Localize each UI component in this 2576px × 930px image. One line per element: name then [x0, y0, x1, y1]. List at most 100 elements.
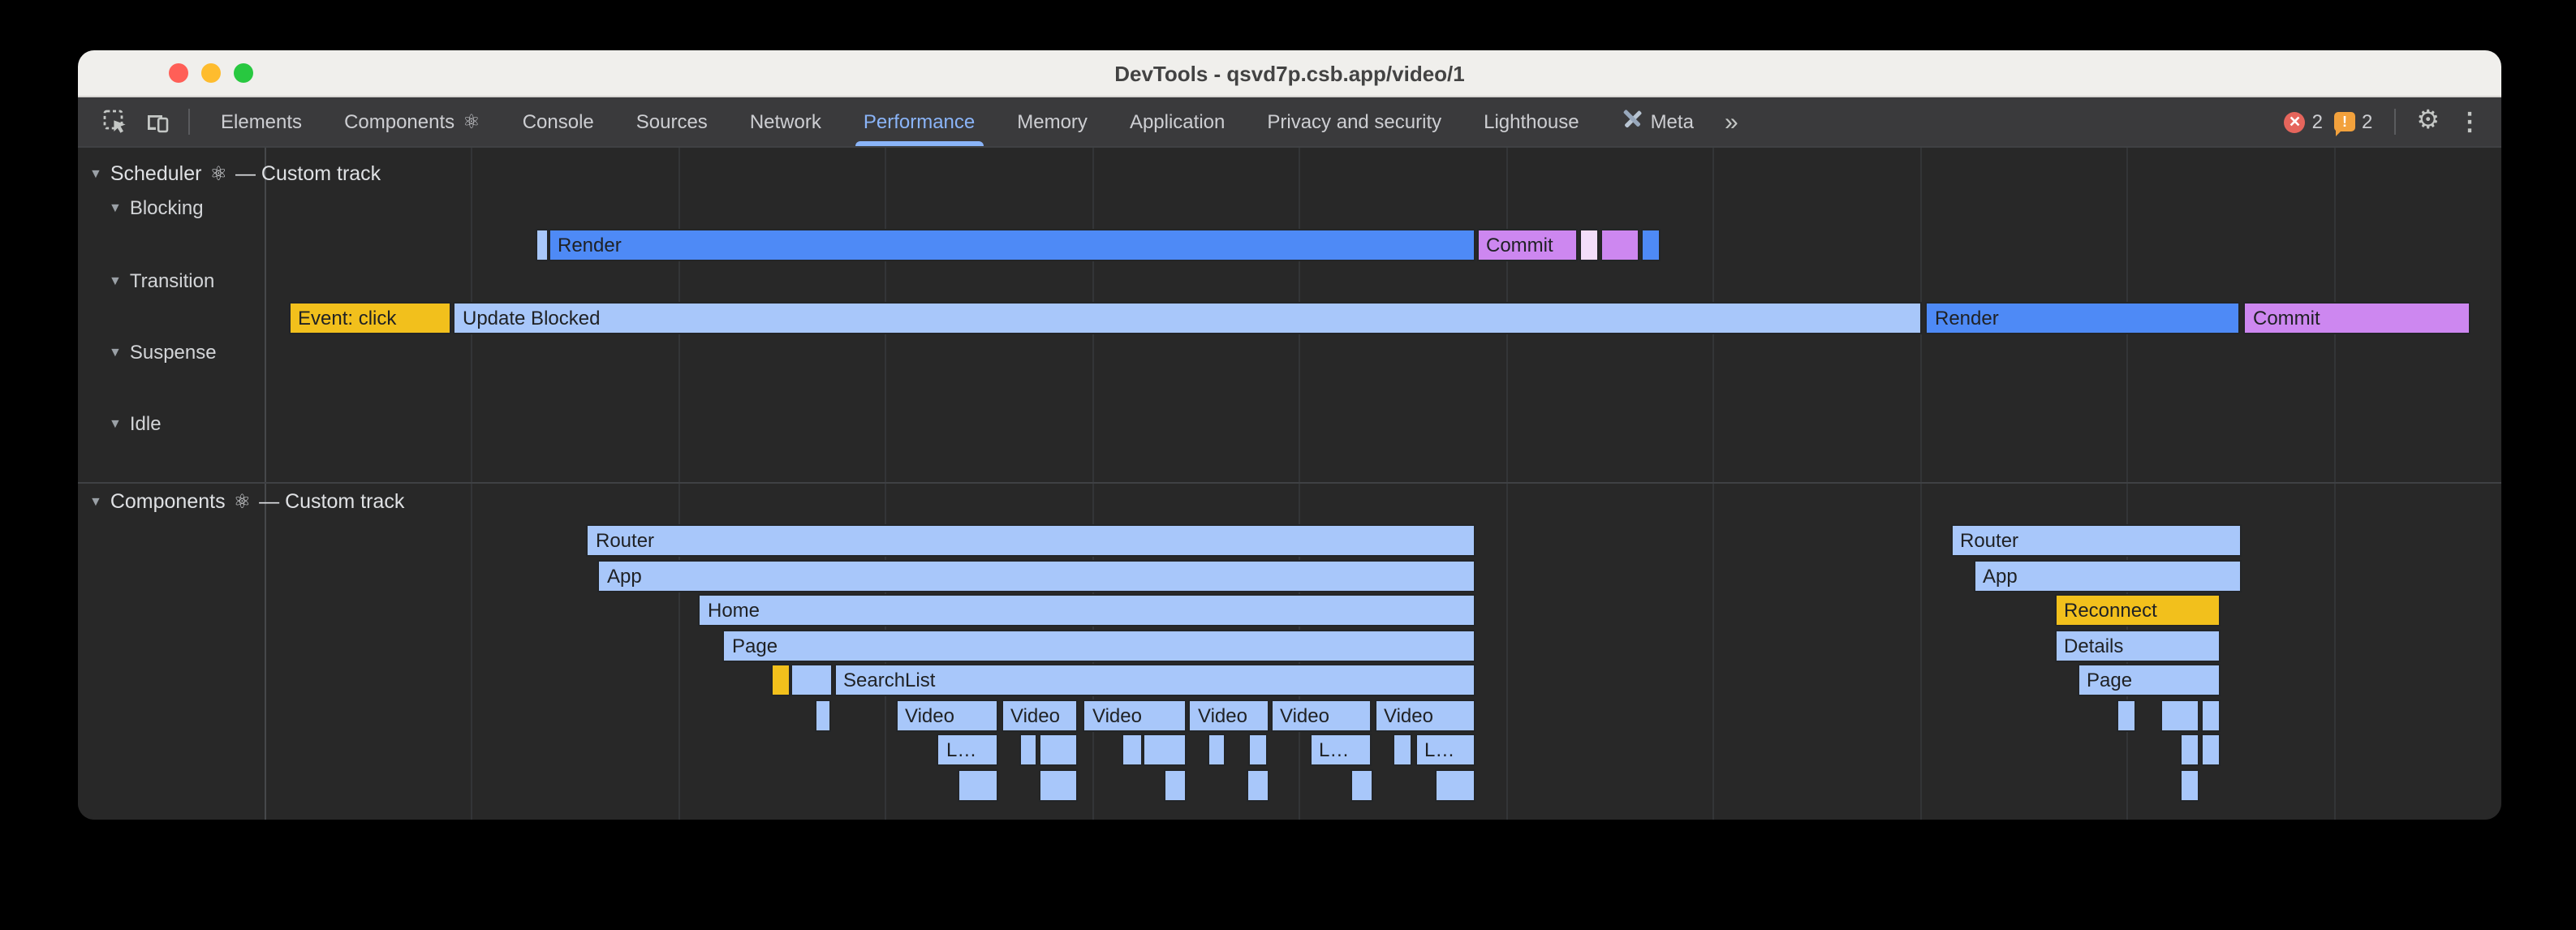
- scheduler-track-header[interactable]: ▼ Scheduler ⚛ — Custom track: [89, 162, 381, 185]
- collapse-triangle-icon[interactable]: ▼: [109, 200, 122, 214]
- scheduler-transition-bar-event-click[interactable]: Event: click: [288, 302, 450, 334]
- tab-components[interactable]: Components⚛: [323, 97, 502, 146]
- tab-privacy-and-security[interactable]: Privacy and security: [1246, 97, 1462, 146]
- settings-gear-icon[interactable]: ⚙: [2416, 109, 2440, 135]
- component-bar[interactable]: [1248, 734, 1268, 766]
- collapse-triangle-icon[interactable]: ▼: [109, 344, 122, 359]
- gridline: [2333, 148, 2335, 820]
- component-bar[interactable]: [1207, 734, 1226, 766]
- component-bar[interactable]: [1434, 769, 1475, 801]
- tab-meta[interactable]: Meta: [1600, 97, 1715, 146]
- component-bar[interactable]: [2200, 699, 2220, 731]
- scheduler-blocking-bar[interactable]: [1641, 229, 1660, 261]
- component-bar[interactable]: [1143, 734, 1186, 766]
- tab-memory[interactable]: Memory: [996, 97, 1109, 146]
- component-bar[interactable]: [1039, 734, 1078, 766]
- subtrack-label: Transition: [130, 269, 215, 292]
- component-bar[interactable]: [1393, 734, 1412, 766]
- scheduler-blocking-bar-render[interactable]: Render: [548, 229, 1475, 261]
- tab-performance[interactable]: Performance: [842, 97, 996, 146]
- tab-label: Sources: [636, 110, 708, 133]
- scheduler-transition-bar-commit[interactable]: Commit: [2243, 302, 2470, 334]
- component-bar-router[interactable]: Router: [586, 524, 1475, 557]
- kebab-menu-icon[interactable]: ⋮: [2451, 110, 2488, 134]
- tab-elements[interactable]: Elements: [200, 97, 323, 146]
- component-bar[interactable]: [1019, 734, 1036, 766]
- component-bar-video[interactable]: Video: [1374, 699, 1475, 731]
- subtrack-blocking[interactable]: ▼ Blocking: [109, 196, 204, 219]
- warning-badge[interactable]: ! 2: [2334, 110, 2372, 133]
- component-bar-app[interactable]: App: [1973, 559, 2242, 592]
- components-track-header[interactable]: ▼ Components ⚛ — Custom track: [89, 490, 404, 513]
- subtrack-idle[interactable]: ▼Idle: [109, 412, 162, 435]
- component-bar[interactable]: [790, 664, 832, 696]
- scheduler-blocking-bar[interactable]: [1600, 229, 1639, 261]
- component-bar-l-[interactable]: L…: [1309, 734, 1371, 766]
- tab-label: Network: [750, 110, 821, 133]
- collapse-triangle-icon[interactable]: ▼: [89, 493, 102, 508]
- subtrack-suspense[interactable]: ▼Suspense: [109, 341, 217, 364]
- minimize-window-button[interactable]: [201, 63, 221, 83]
- component-bar[interactable]: [814, 699, 831, 731]
- component-bar[interactable]: [2160, 699, 2199, 731]
- component-bar-video[interactable]: Video: [1270, 699, 1371, 731]
- component-bar[interactable]: [957, 769, 998, 801]
- component-bar[interactable]: [1246, 769, 1269, 801]
- tab-label: Performance: [864, 110, 975, 133]
- component-bar-l-[interactable]: L…: [937, 734, 998, 766]
- component-bar-app[interactable]: App: [597, 559, 1475, 592]
- tab-label: Privacy and security: [1267, 110, 1441, 133]
- scheduler-blocking-bar[interactable]: [1579, 229, 1599, 261]
- scheduler-blocking-bar[interactable]: [536, 229, 548, 261]
- error-badge[interactable]: ✕ 2: [2285, 110, 2323, 133]
- gridline: [471, 148, 472, 820]
- component-bar-video[interactable]: Video: [1001, 699, 1078, 731]
- component-bar-page[interactable]: Page: [722, 629, 1475, 661]
- scheduler-blocking-bar-commit[interactable]: Commit: [1476, 229, 1577, 261]
- component-bar[interactable]: [770, 664, 790, 696]
- component-bar-l-[interactable]: L…: [1415, 734, 1475, 766]
- tab-console[interactable]: Console: [502, 97, 615, 146]
- component-bar[interactable]: [1163, 769, 1186, 801]
- component-bar[interactable]: [1039, 769, 1078, 801]
- scheduler-transition-bar-render[interactable]: Render: [1925, 302, 2240, 334]
- tab-sources[interactable]: Sources: [615, 97, 729, 146]
- collapse-triangle-icon[interactable]: ▼: [89, 166, 102, 180]
- track-label-divider: [264, 148, 265, 820]
- component-bar-reconnect[interactable]: Reconnect: [2054, 594, 2220, 626]
- toolbar-divider: [188, 109, 190, 135]
- component-bar-page[interactable]: Page: [2077, 664, 2220, 696]
- subtrack-label: Blocking: [130, 196, 204, 219]
- tools-icon: [1622, 109, 1643, 135]
- device-toolbar-icon[interactable]: [136, 101, 179, 143]
- component-bar-video[interactable]: Video: [895, 699, 998, 731]
- gridline: [1712, 148, 1714, 820]
- component-bar[interactable]: [1350, 769, 1372, 801]
- react-atom-icon: ⚛: [463, 110, 480, 133]
- component-bar-searchlist[interactable]: SearchList: [834, 664, 1475, 696]
- component-bar[interactable]: [1122, 734, 1142, 766]
- inspect-element-icon[interactable]: [94, 101, 136, 143]
- component-bar[interactable]: [2117, 699, 2136, 731]
- tab-application[interactable]: Application: [1109, 97, 1246, 146]
- track-title-suffix: — Custom track: [235, 162, 381, 185]
- collapse-triangle-icon[interactable]: ▼: [109, 415, 122, 430]
- component-bar-router[interactable]: Router: [1950, 524, 2242, 557]
- component-bar[interactable]: [2180, 734, 2199, 766]
- tab-lighthouse[interactable]: Lighthouse: [1462, 97, 1600, 146]
- component-bar[interactable]: [2180, 769, 2199, 801]
- tab-label: Lighthouse: [1484, 110, 1579, 133]
- component-bar-home[interactable]: Home: [698, 594, 1475, 626]
- collapse-triangle-icon[interactable]: ▼: [109, 273, 122, 287]
- scheduler-transition-bar-update-blocked[interactable]: Update Blocked: [453, 302, 1922, 334]
- component-bar-details[interactable]: Details: [2054, 629, 2220, 661]
- component-bar-video[interactable]: Video: [1083, 699, 1186, 731]
- react-atom-icon: ⚛: [209, 162, 227, 185]
- component-bar-video[interactable]: Video: [1188, 699, 1269, 731]
- tab-network[interactable]: Network: [729, 97, 842, 146]
- subtrack-transition[interactable]: ▼ Transition: [109, 269, 214, 292]
- component-bar[interactable]: [2200, 734, 2220, 766]
- close-window-button[interactable]: [169, 63, 188, 83]
- more-tabs-chevron-icon[interactable]: »: [1715, 108, 1748, 136]
- zoom-window-button[interactable]: [234, 63, 253, 83]
